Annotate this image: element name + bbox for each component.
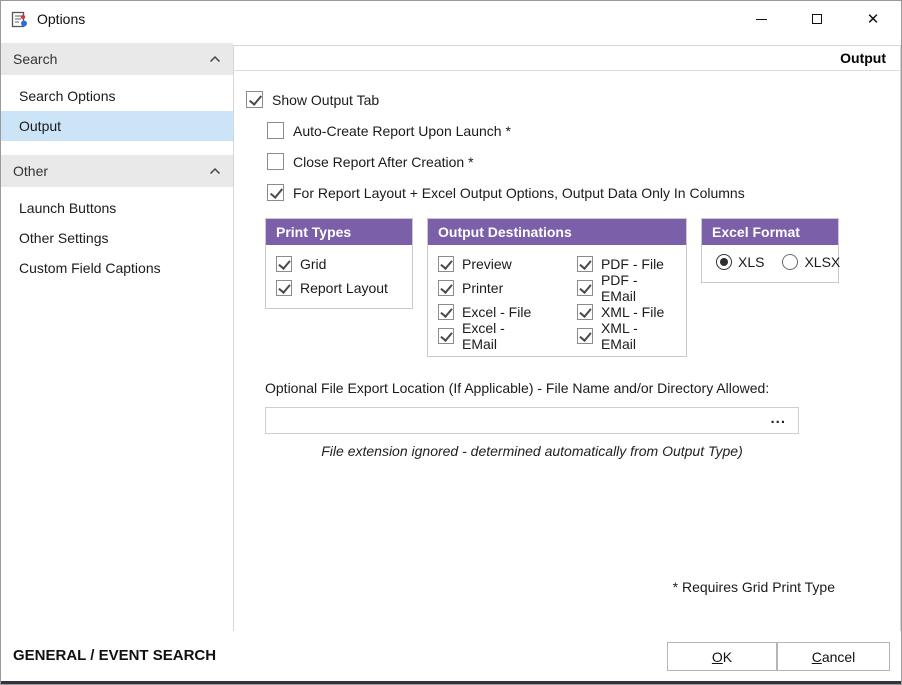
browse-button[interactable]: ... bbox=[764, 408, 792, 433]
cancel-button[interactable]: Cancel bbox=[777, 642, 890, 671]
output-destinations-body: PreviewPrinterExcel - FileExcel - EMail … bbox=[428, 245, 686, 356]
minimize-button[interactable] bbox=[733, 1, 789, 37]
checkbox-label: Grid bbox=[300, 256, 326, 272]
excel-format-body: XLS XLSX bbox=[702, 245, 838, 282]
radio-label: XLS bbox=[738, 254, 764, 270]
ok-button[interactable]: OK bbox=[667, 642, 777, 671]
footer: GENERAL / EVENT SEARCH OK Cancel bbox=[1, 631, 901, 681]
checkbox-icon[interactable] bbox=[438, 256, 454, 272]
checkbox-icon[interactable] bbox=[438, 304, 454, 320]
status-text: GENERAL / EVENT SEARCH bbox=[13, 647, 216, 664]
radio-xls[interactable]: XLS bbox=[716, 254, 764, 270]
titlebar-left: Options bbox=[1, 11, 85, 28]
radio-label: XLSX bbox=[804, 254, 840, 270]
sidebar-items: Search OptionsOutput bbox=[1, 75, 233, 149]
checkbox-label: Printer bbox=[462, 280, 503, 296]
checkbox-icon[interactable] bbox=[577, 256, 593, 272]
app-icon bbox=[11, 11, 28, 28]
checkbox-icon[interactable] bbox=[438, 280, 454, 296]
option-groups: Print Types Grid Report Layout Output Des… bbox=[265, 218, 900, 357]
checkbox-icon[interactable] bbox=[276, 280, 292, 296]
checkbox-label: For Report Layout + Excel Output Options… bbox=[293, 185, 745, 201]
close-icon: ✕ bbox=[867, 12, 880, 27]
grid-print-footnote: * Requires Grid Print Type bbox=[673, 579, 835, 595]
titlebar: Options ✕ bbox=[1, 1, 901, 37]
checkbox-show-output-tab[interactable]: Show Output Tab bbox=[246, 84, 900, 115]
sidebar-item-launch-buttons[interactable]: Launch Buttons bbox=[1, 193, 233, 223]
checkbox-auto-create-report-upon-launch[interactable]: Auto-Create Report Upon Launch * bbox=[267, 115, 900, 146]
checkbox-printer[interactable]: Printer bbox=[438, 276, 543, 300]
destinations-col1: Preview Printer Excel - File Excel - EMail bbox=[438, 252, 543, 348]
options-dialog: Options ✕ Search Search OptionsOutput Othe… bbox=[0, 0, 902, 685]
export-location-input[interactable] bbox=[266, 408, 798, 433]
sidebar-item-search-options[interactable]: Search Options bbox=[1, 81, 233, 111]
taskbar-edge bbox=[1, 681, 901, 684]
checkbox-for-report-layout-excel-output-options-output-data-only-in-columns[interactable]: For Report Layout + Excel Output Options… bbox=[267, 177, 900, 208]
checkbox-label: XML - File bbox=[601, 304, 664, 320]
export-note: File extension ignored - determined auto… bbox=[265, 443, 799, 459]
checkbox-grid[interactable]: Grid bbox=[276, 252, 402, 276]
close-button[interactable]: ✕ bbox=[845, 1, 901, 37]
maximize-icon bbox=[812, 14, 822, 24]
radio-xlsx[interactable]: XLSX bbox=[782, 254, 840, 270]
content-panel: Output Show Output Tab Auto-Create Report… bbox=[233, 45, 901, 633]
checkbox-label: Report Layout bbox=[300, 280, 388, 296]
checkbox-xml-email[interactable]: XML - EMail bbox=[577, 324, 676, 348]
excel-format-group: Excel Format XLS XLSX bbox=[701, 218, 839, 283]
print-types-group: Print Types Grid Report Layout bbox=[265, 218, 413, 309]
output-checkboxes: Show Output Tab Auto-Create Report Upon L… bbox=[234, 71, 900, 208]
sidebar-item-other-settings[interactable]: Other Settings bbox=[1, 223, 233, 253]
checkbox-label: Preview bbox=[462, 256, 512, 272]
export-location-field-wrap: ... bbox=[265, 407, 799, 434]
checkbox-label: XML - EMail bbox=[601, 320, 676, 352]
checkbox-label: Auto-Create Report Upon Launch * bbox=[293, 123, 511, 139]
checkbox-icon[interactable] bbox=[438, 328, 454, 344]
window-title: Options bbox=[37, 11, 85, 27]
export-section: Optional File Export Location (If Applic… bbox=[265, 380, 799, 459]
excel-format-options: XLSXLSX bbox=[712, 252, 828, 274]
sidebar-item-output[interactable]: Output bbox=[1, 111, 233, 141]
output-destinations-group: Output Destinations Preview Printer Excel … bbox=[427, 218, 687, 357]
output-destinations-header: Output Destinations bbox=[428, 219, 686, 245]
page-title: Output bbox=[234, 46, 900, 71]
checkbox-icon[interactable] bbox=[577, 304, 593, 320]
checkbox-close-report-after-creation[interactable]: Close Report After Creation * bbox=[267, 146, 900, 177]
checkbox-label: PDF - EMail bbox=[601, 272, 676, 304]
chevron-up-icon bbox=[209, 50, 221, 68]
checkbox-icon[interactable] bbox=[577, 280, 593, 296]
checkbox-icon[interactable] bbox=[267, 153, 284, 170]
checkbox-report-layout[interactable]: Report Layout bbox=[276, 276, 402, 300]
checkbox-icon[interactable] bbox=[577, 328, 593, 344]
checkbox-preview[interactable]: Preview bbox=[438, 252, 543, 276]
section-label: Search bbox=[13, 51, 57, 67]
checkbox-excel-email[interactable]: Excel - EMail bbox=[438, 324, 543, 348]
sidebar-items: Launch ButtonsOther SettingsCustom Field… bbox=[1, 187, 233, 291]
checkbox-icon[interactable] bbox=[267, 184, 284, 201]
print-types-body: Grid Report Layout bbox=[266, 245, 412, 308]
checkbox-label: Close Report After Creation * bbox=[293, 154, 474, 170]
checkbox-pdf-email[interactable]: PDF - EMail bbox=[577, 276, 676, 300]
minimize-icon bbox=[756, 19, 767, 20]
maximize-button[interactable] bbox=[789, 1, 845, 37]
sidebar-item-custom-field-captions[interactable]: Custom Field Captions bbox=[1, 253, 233, 283]
chevron-up-icon bbox=[209, 162, 221, 180]
export-location-label: Optional File Export Location (If Applic… bbox=[265, 380, 799, 396]
checkbox-label: PDF - File bbox=[601, 256, 664, 272]
checkbox-icon[interactable] bbox=[276, 256, 292, 272]
checkbox-icon[interactable] bbox=[246, 91, 263, 108]
radio-icon[interactable] bbox=[782, 254, 798, 270]
section-label: Other bbox=[13, 163, 48, 179]
destinations-col2: PDF - FilePDF - EMailXML - FileXML - EMa… bbox=[577, 252, 676, 348]
checkbox-icon[interactable] bbox=[267, 122, 284, 139]
radio-icon[interactable] bbox=[716, 254, 732, 270]
sidebar: Search Search OptionsOutput Other Launch Bu… bbox=[1, 37, 233, 631]
checkbox-label: Excel - File bbox=[462, 304, 531, 320]
window-controls: ✕ bbox=[733, 1, 901, 37]
excel-format-header: Excel Format bbox=[702, 219, 838, 245]
sidebar-section-search[interactable]: Search bbox=[1, 43, 233, 75]
sidebar-section-other[interactable]: Other bbox=[1, 155, 233, 187]
checkbox-label: Excel - EMail bbox=[462, 320, 543, 352]
checkbox-label: Show Output Tab bbox=[272, 92, 379, 108]
print-types-header: Print Types bbox=[266, 219, 412, 245]
